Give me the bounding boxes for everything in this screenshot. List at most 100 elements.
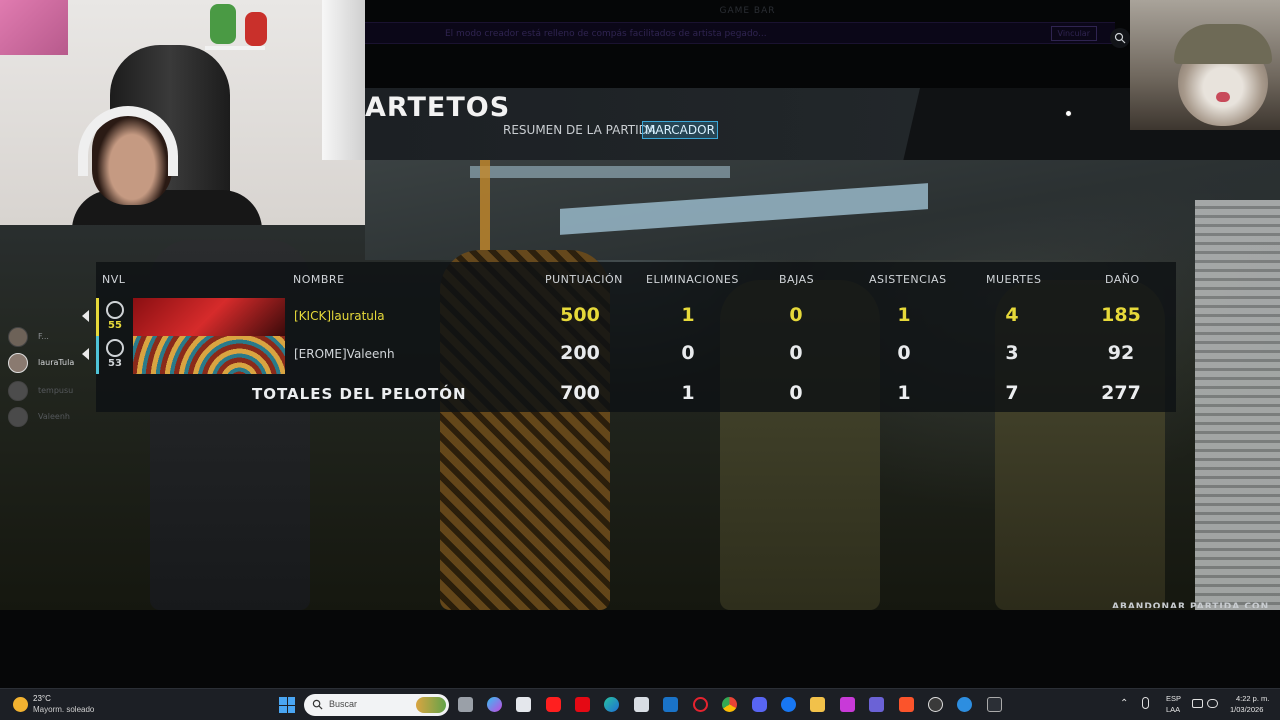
streamer-webcam bbox=[0, 0, 365, 225]
facebook-icon[interactable] bbox=[781, 697, 796, 712]
volume-icon[interactable] bbox=[1207, 699, 1218, 708]
search-icon bbox=[312, 699, 323, 710]
player-deaths: 3 bbox=[1005, 342, 1019, 364]
discord-icon[interactable] bbox=[752, 697, 767, 712]
total-eliminations: 1 bbox=[681, 382, 695, 404]
game-bar-overlay: GAME BAR El modo creador está relleno de… bbox=[365, 0, 1130, 88]
column-header-score: PUNTUACIÓN bbox=[545, 273, 623, 286]
notice-text: El modo creador está relleno de compás f… bbox=[445, 29, 767, 39]
total-assists: 1 bbox=[897, 382, 911, 404]
player-calling-card bbox=[133, 336, 285, 374]
column-header-deaths: MUERTES bbox=[986, 273, 1042, 286]
chevron-up-icon[interactable]: ⌃ bbox=[1120, 698, 1128, 709]
column-header-damage: DAÑO bbox=[1105, 273, 1140, 286]
weather-temperature[interactable]: 23°C bbox=[33, 694, 51, 703]
streamer-body bbox=[72, 190, 262, 225]
player-eliminations: 1 bbox=[681, 304, 695, 326]
terminal-icon[interactable] bbox=[987, 697, 1002, 712]
column-header-eliminations: ELIMINACIONES bbox=[646, 273, 739, 286]
task-view-icon[interactable] bbox=[458, 697, 473, 712]
avatar bbox=[8, 327, 28, 347]
player-name: [KICK]lauratula bbox=[294, 309, 385, 323]
voice-participant-name: lauraTula bbox=[38, 358, 75, 367]
total-score: 700 bbox=[560, 382, 600, 404]
copilot-icon[interactable] bbox=[487, 697, 502, 712]
search-placeholder: Buscar bbox=[329, 699, 358, 709]
magnifier-icon bbox=[1114, 32, 1126, 44]
youtube-icon[interactable] bbox=[546, 697, 561, 712]
language-indicator[interactable]: ESP bbox=[1166, 694, 1181, 703]
rank-emblem-icon bbox=[106, 301, 124, 319]
xbox-icon[interactable] bbox=[957, 697, 972, 712]
player-damage: 92 bbox=[1107, 342, 1135, 364]
player-score: 200 bbox=[560, 342, 600, 364]
player-kills: 0 bbox=[789, 342, 803, 364]
wall-poster bbox=[0, 0, 68, 55]
player-assists: 1 bbox=[897, 304, 911, 326]
total-deaths: 7 bbox=[1005, 382, 1019, 404]
chrome-icon[interactable] bbox=[722, 697, 737, 712]
scene-skylight bbox=[470, 166, 730, 178]
clock-date[interactable]: 1/03/2026 bbox=[1230, 705, 1263, 714]
outlook-icon[interactable] bbox=[663, 697, 678, 712]
start-button[interactable] bbox=[279, 697, 295, 713]
stream-screen: GAME BAR El modo creador está relleno de… bbox=[0, 0, 1280, 720]
netflix-icon[interactable] bbox=[575, 697, 590, 712]
tab-match-summary[interactable]: RESUMEN DE LA PARTIDA bbox=[502, 122, 657, 138]
avatar bbox=[8, 353, 28, 373]
windows-taskbar: 23°C Mayorm. soleado Buscar ⌃ ESP LAA 4:… bbox=[0, 688, 1280, 720]
app-icon[interactable] bbox=[840, 697, 855, 712]
shelf-figure bbox=[245, 12, 267, 46]
search-input[interactable]: Buscar bbox=[304, 694, 449, 716]
store-icon[interactable] bbox=[516, 697, 531, 712]
obs-icon[interactable] bbox=[928, 697, 943, 712]
cat-overlay-cam bbox=[1130, 0, 1280, 130]
player-row[interactable]: 55 [KICK]lauratula 500 1 0 1 4 185 bbox=[82, 298, 1176, 336]
brave-icon[interactable] bbox=[899, 697, 914, 712]
clock-time[interactable]: 4:22 p. m. bbox=[1236, 694, 1269, 703]
opera-icon[interactable] bbox=[693, 697, 708, 712]
avatar bbox=[8, 407, 28, 427]
keyboard-layout-indicator[interactable]: LAA bbox=[1166, 705, 1180, 714]
avatar bbox=[8, 381, 28, 401]
shelf-figure bbox=[210, 4, 236, 44]
network-icon[interactable] bbox=[1192, 699, 1203, 708]
player-damage: 185 bbox=[1101, 304, 1141, 326]
player-calling-card bbox=[133, 298, 285, 336]
file-explorer-icon[interactable] bbox=[810, 697, 825, 712]
scene-torch bbox=[480, 160, 490, 250]
row-indicator bbox=[96, 298, 99, 336]
weather-description[interactable]: Mayorm. soleado bbox=[33, 705, 94, 714]
tab-scoreboard[interactable]: MARCADOR bbox=[642, 121, 718, 139]
weather-sun-icon[interactable] bbox=[13, 697, 28, 712]
voice-participant-name: tempusu bbox=[38, 386, 74, 395]
microphone-icon[interactable] bbox=[1142, 697, 1149, 709]
player-eliminations: 0 bbox=[681, 342, 695, 364]
row-indicator bbox=[96, 336, 99, 374]
cat-nose bbox=[1216, 92, 1230, 102]
notice-button[interactable]: Vincular bbox=[1050, 26, 1097, 41]
player-assists: 0 bbox=[897, 342, 911, 364]
feather-icon[interactable] bbox=[634, 697, 649, 712]
total-damage: 277 bbox=[1101, 382, 1141, 404]
player-row[interactable]: 53 [EROME]Valeenh 200 0 0 0 3 92 bbox=[82, 336, 1176, 374]
column-header-name: NOMBRE bbox=[293, 273, 345, 286]
window bbox=[322, 0, 365, 160]
player-name: [EROME]Valeenh bbox=[294, 347, 395, 361]
voice-participant-name: F... bbox=[38, 332, 49, 341]
mode-title: ARTETOS bbox=[365, 92, 511, 123]
speaker-icon bbox=[82, 310, 89, 322]
zoom-button[interactable] bbox=[1110, 28, 1130, 48]
scene-wall bbox=[1195, 200, 1280, 610]
player-kills: 0 bbox=[789, 304, 803, 326]
mouse-cursor bbox=[1065, 110, 1072, 117]
edge-icon[interactable] bbox=[604, 697, 619, 712]
player-level: 53 bbox=[108, 358, 122, 369]
squad-totals-label: TOTALES DEL PELOTÓN bbox=[252, 385, 467, 403]
column-header-level: NVL bbox=[102, 273, 126, 286]
wall-shelf bbox=[205, 46, 265, 50]
speaker-icon bbox=[82, 348, 89, 360]
player-score: 500 bbox=[560, 304, 600, 326]
teams-icon[interactable] bbox=[869, 697, 884, 712]
column-header-kills: BAJAS bbox=[779, 273, 815, 286]
